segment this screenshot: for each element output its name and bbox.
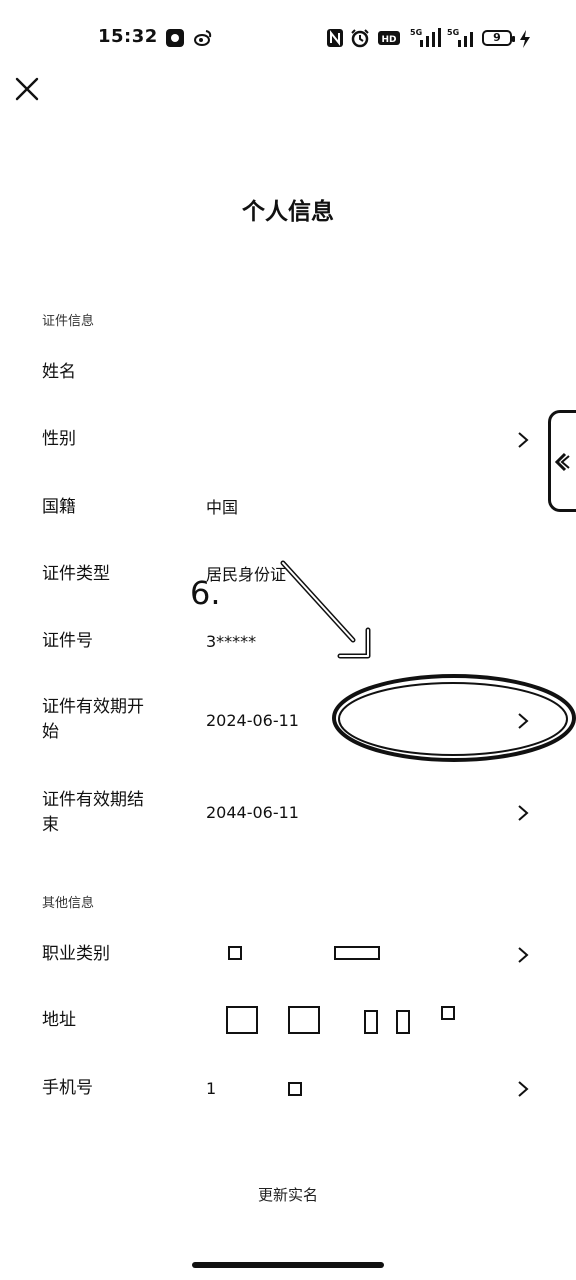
update-real-name-link[interactable]: 更新实名 (0, 1184, 576, 1205)
annotation-arrow (280, 560, 371, 659)
annotation-circle (332, 674, 576, 762)
annotation-overlay (280, 560, 576, 762)
home-indicator[interactable] (192, 1262, 384, 1268)
